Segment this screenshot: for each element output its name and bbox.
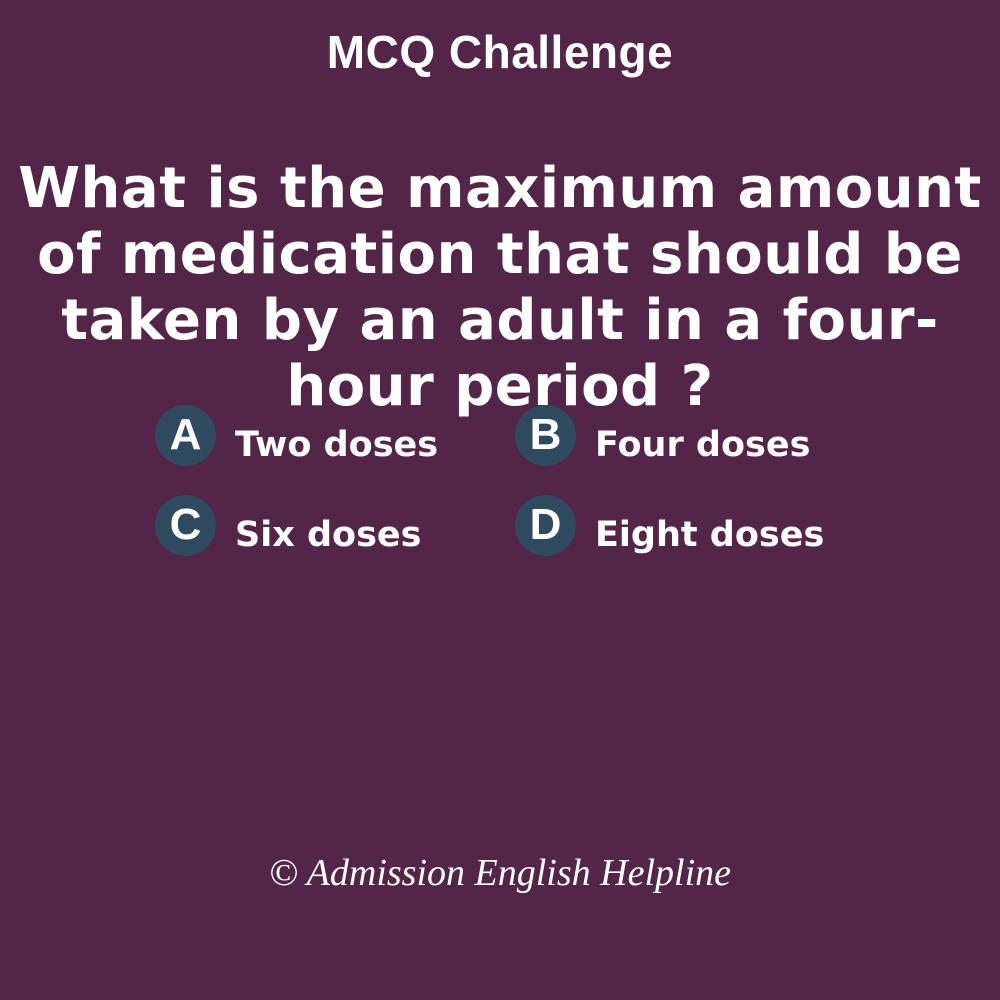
option-a-badge: A <box>155 404 216 466</box>
option-d-badge: D <box>515 494 576 556</box>
copyright-footer: © Admission English Helpline <box>269 852 731 894</box>
option-d-label: Eight doses <box>595 515 825 555</box>
page-title: MCQ Challenge <box>326 26 674 78</box>
option-c-label: Six doses <box>235 515 422 555</box>
option-b-badge: B <box>515 404 576 466</box>
option-c[interactable]: C Six doses <box>155 494 422 562</box>
question-line: What is the maximum amount <box>18 156 982 221</box>
question-line: taken by an adult in a four- <box>61 288 939 353</box>
option-b[interactable]: B Four doses <box>515 404 811 472</box>
question-text: What is the maximum amount of medication… <box>0 156 1000 420</box>
option-b-label: Four doses <box>595 425 811 465</box>
option-d[interactable]: D Eight doses <box>515 494 825 562</box>
question-line: of medication that should be <box>37 222 963 287</box>
option-c-badge: C <box>155 494 216 556</box>
question-line: hour period ? <box>286 354 714 419</box>
option-a[interactable]: A Two doses <box>155 404 439 472</box>
option-a-label: Two doses <box>235 425 439 465</box>
